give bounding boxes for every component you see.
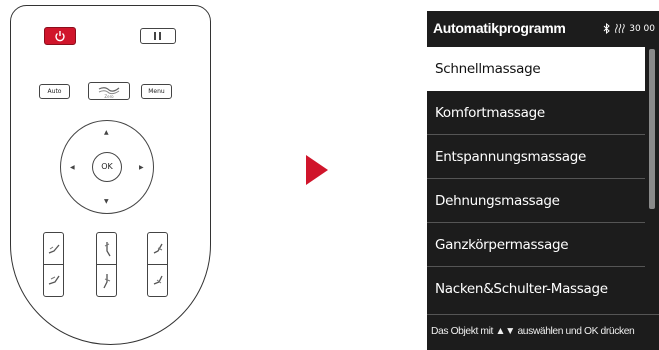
footrest-rocker[interactable]	[96, 232, 117, 297]
bluetooth-icon	[603, 23, 610, 34]
menu-item-schnellmassage[interactable]: Schnellmassage	[427, 47, 645, 91]
scrollbar-thumb[interactable]	[649, 49, 655, 209]
dpad-up-button[interactable]: ▲	[104, 130, 109, 136]
screen-header: Automatikprogramm 30 00	[427, 11, 659, 47]
dpad-down-button[interactable]: ▼	[104, 199, 109, 205]
recline-down-icon	[153, 275, 163, 285]
recline-rocker[interactable]	[147, 232, 168, 297]
power-button[interactable]	[44, 27, 76, 45]
dpad-left-button[interactable]: ◀	[70, 165, 75, 171]
menu-item-ganzkoerpermassage[interactable]: Ganzkörpermassage	[427, 223, 645, 267]
menu-item-dehnungsmassage[interactable]: Dehnungsmassage	[427, 179, 645, 223]
menu-item-entspannungsmassage[interactable]: Entspannungsmassage	[427, 135, 645, 179]
menu-button[interactable]: Menu	[141, 84, 172, 99]
dpad: ▲ ▼ ◀ ▶ OK	[60, 120, 154, 214]
remote-control: Auto Zero Menu ▲ ▼ ◀ ▶ OK	[10, 5, 211, 345]
screen-title: Automatikprogramm	[433, 20, 566, 36]
power-icon	[55, 31, 65, 42]
auto-button[interactable]: Auto	[39, 84, 70, 99]
backrest-up-icon	[48, 244, 60, 254]
up-down-arrows-icon: ▲▼	[495, 326, 515, 337]
ok-button[interactable]: OK	[92, 152, 122, 182]
zero-label: Zero	[104, 94, 114, 99]
recline-up-icon	[153, 243, 163, 254]
scrollbar[interactable]	[649, 47, 655, 312]
screen-footer: Das Objekt mit ▲▼ auswählen und OK drück…	[427, 314, 659, 350]
transition-arrow-icon	[306, 155, 328, 185]
zero-gravity-icon: Zero	[98, 87, 120, 99]
backrest-down-icon	[48, 275, 60, 285]
zero-gravity-button[interactable]: Zero	[88, 82, 130, 100]
heat-icon	[615, 23, 625, 34]
footrest-up-icon	[104, 242, 111, 257]
pause-icon	[154, 32, 156, 40]
footer-hint: Das Objekt mit ▲▼ auswählen und OK drück…	[431, 326, 635, 337]
pause-button[interactable]	[140, 28, 176, 44]
device-screen: Automatikprogramm 30 00 Schnellmassage K…	[427, 11, 659, 350]
backrest-rocker[interactable]	[43, 232, 64, 297]
program-list: Schnellmassage Komfortmassage Entspannun…	[427, 47, 645, 311]
dpad-right-button[interactable]: ▶	[139, 165, 144, 171]
menu-item-komfortmassage[interactable]: Komfortmassage	[427, 91, 645, 135]
footrest-down-icon	[103, 274, 111, 289]
menu-item-nacken-schulter-massage[interactable]: Nacken&Schulter-Massage	[427, 267, 645, 311]
timer: 30 00	[629, 23, 655, 34]
status-bar: 30 00	[603, 23, 655, 34]
